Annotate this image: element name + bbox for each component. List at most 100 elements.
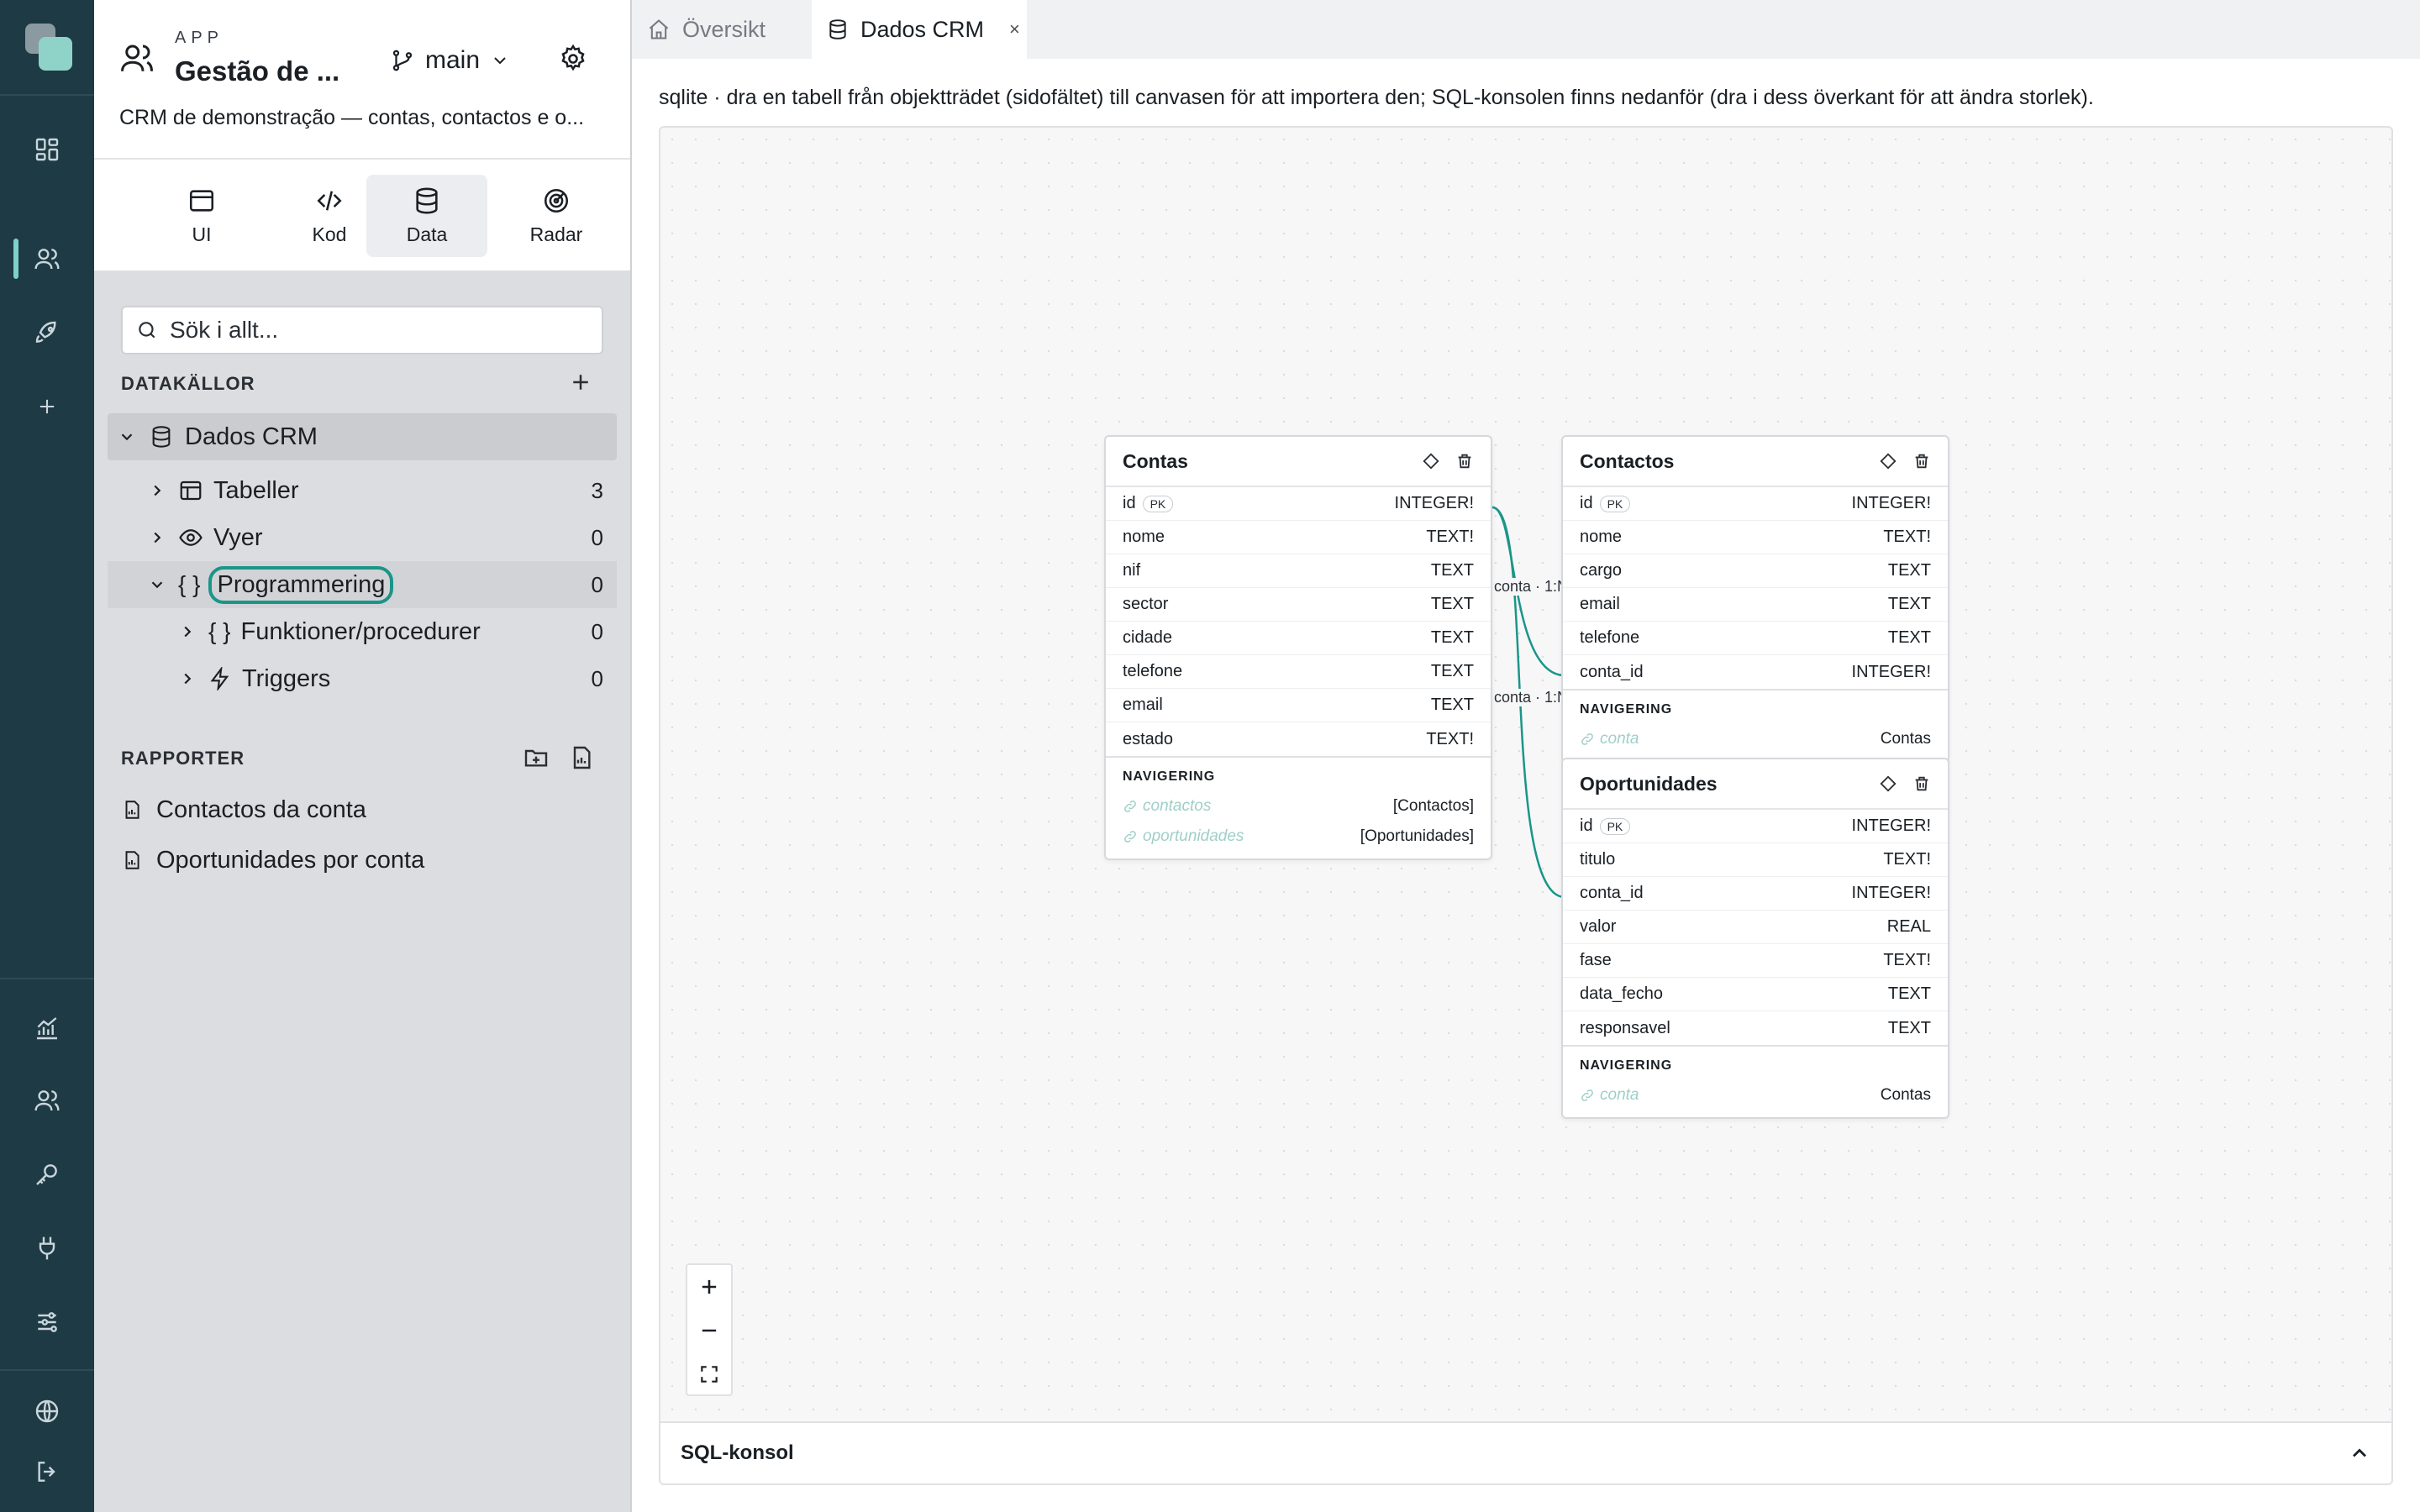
column-row[interactable]: estado TEXT!: [1106, 722, 1491, 756]
new-folder-icon[interactable]: [523, 744, 550, 771]
column-row[interactable]: conta_id INTEGER!: [1563, 655, 1948, 689]
chevron-down-icon: [490, 50, 510, 71]
column-name: nif: [1123, 561, 1141, 580]
sql-console-bar[interactable]: SQL-konsol: [660, 1421, 2391, 1483]
column-row[interactable]: valor REAL: [1563, 911, 1948, 944]
column-row[interactable]: email TEXT: [1563, 588, 1948, 622]
eye-icon: [178, 525, 203, 550]
column-name: id: [1123, 494, 1136, 512]
sliders-icon[interactable]: [0, 1292, 94, 1352]
table-header[interactable]: Contas: [1106, 437, 1491, 487]
dashboard-icon[interactable]: [0, 119, 94, 180]
mode-tab-data[interactable]: Data: [366, 175, 487, 257]
table-card-oportunidades[interactable]: Oportunidades id PK INTEGER! titulo TEXT! c…: [1561, 758, 1949, 1119]
column-row[interactable]: responsavel TEXT: [1563, 1011, 1948, 1045]
report-item[interactable]: Contactos da conta: [121, 788, 366, 832]
locate-icon[interactable]: [1422, 452, 1440, 470]
column-name: data_fecho: [1580, 984, 1663, 1003]
pk-badge: PK: [1599, 495, 1631, 512]
column-row[interactable]: id PK INTEGER!: [1563, 487, 1948, 521]
tree-item-label: Triggers: [242, 664, 331, 692]
apps-users-icon[interactable]: [0, 228, 94, 289]
tab-oversikt[interactable]: Översikt: [632, 0, 807, 59]
report-file-icon: [121, 849, 143, 871]
column-type: INTEGER!: [1851, 884, 1931, 902]
add-datasource-icon[interactable]: [568, 370, 593, 395]
column-row[interactable]: telefone TEXT: [1563, 622, 1948, 655]
column-row[interactable]: titulo TEXT!: [1563, 843, 1948, 877]
zoom-in-icon[interactable]: [687, 1265, 731, 1309]
branch-selector[interactable]: main: [390, 44, 510, 77]
diagram-canvas[interactable]: conta · 1:N conta · 1:N Contas id PK INTEG…: [659, 126, 2393, 1485]
mode-tab-label: Radar: [529, 223, 583, 245]
tab-dados-crm[interactable]: Dados CRM ×: [812, 0, 1027, 59]
git-branch-icon: [390, 48, 415, 73]
tree-item-dados-crm[interactable]: Dados CRM: [108, 413, 617, 460]
column-row[interactable]: cargo TEXT: [1563, 554, 1948, 588]
logout-icon[interactable]: [0, 1441, 94, 1502]
tree-item-triggers[interactable]: Triggers 0: [108, 655, 617, 702]
mode-tab-radar[interactable]: Radar: [496, 175, 617, 257]
search-input[interactable]: Sök i allt...: [121, 306, 603, 354]
column-name: conta_id: [1580, 884, 1644, 902]
link-icon: [1123, 799, 1138, 814]
globe-icon[interactable]: [0, 1381, 94, 1441]
fit-view-icon[interactable]: [687, 1352, 731, 1396]
database-icon: [150, 425, 173, 449]
column-row[interactable]: cidade TEXT: [1106, 622, 1491, 655]
key-icon[interactable]: [0, 1144, 94, 1205]
table-card-contas[interactable]: Contas id PK INTEGER! nome TEXT! nif TEXT se…: [1104, 435, 1492, 860]
trash-icon[interactable]: [1912, 452, 1931, 470]
chevron-up-icon[interactable]: [2348, 1441, 2371, 1465]
mode-tab-ui[interactable]: UI: [141, 175, 262, 257]
navigation-row[interactable]: contactos [Contactos]: [1123, 791, 1474, 822]
tree-item-programmering[interactable]: { } Programmering 0: [108, 561, 617, 608]
column-row[interactable]: email TEXT: [1106, 689, 1491, 722]
column-row[interactable]: nif TEXT: [1106, 554, 1491, 588]
report-item[interactable]: Oportunidades por conta: [121, 838, 424, 882]
locate-icon[interactable]: [1879, 774, 1897, 793]
navigation-section: NAVIGERING conta Contas: [1563, 1045, 1948, 1117]
locate-icon[interactable]: [1879, 452, 1897, 470]
column-name: email: [1580, 595, 1620, 613]
analytics-icon[interactable]: [0, 998, 94, 1058]
tree-item-funktioner[interactable]: { } Funktioner/procedurer 0: [108, 608, 617, 655]
column-row[interactable]: id PK INTEGER!: [1106, 487, 1491, 521]
app-logo[interactable]: [25, 24, 72, 71]
table-header[interactable]: Contactos: [1563, 437, 1948, 487]
gear-icon[interactable]: [558, 44, 588, 74]
add-icon[interactable]: [0, 376, 94, 437]
close-icon[interactable]: ×: [1009, 18, 1020, 40]
column-row[interactable]: nome TEXT!: [1106, 521, 1491, 554]
column-row[interactable]: nome TEXT!: [1563, 521, 1948, 554]
reports-title: RAPPORTER: [121, 748, 245, 769]
column-row[interactable]: id PK INTEGER!: [1563, 810, 1948, 843]
column-row[interactable]: telefone TEXT: [1106, 655, 1491, 689]
database-icon: [413, 186, 441, 215]
zoom-out-icon[interactable]: [687, 1309, 731, 1352]
navigation-target: Contas: [1880, 1086, 1931, 1104]
pk-badge: PK: [1599, 817, 1631, 835]
column-type: TEXT: [1887, 561, 1931, 580]
navigation-row[interactable]: conta Contas: [1580, 1080, 1931, 1110]
trash-icon[interactable]: [1455, 452, 1474, 470]
braces-icon: { }: [208, 618, 231, 644]
plug-icon[interactable]: [0, 1218, 94, 1278]
table-header[interactable]: Oportunidades: [1563, 759, 1948, 810]
table-card-contactos[interactable]: Contactos id PK INTEGER! nome TEXT! cargo TE…: [1561, 435, 1949, 763]
trash-icon[interactable]: [1912, 774, 1931, 793]
tree-item-tabeller[interactable]: Tabeller 3: [108, 467, 617, 514]
navigation-row[interactable]: conta Contas: [1580, 724, 1931, 754]
column-row[interactable]: data_fecho TEXT: [1563, 978, 1948, 1011]
tree-item-vyer[interactable]: Vyer 0: [108, 514, 617, 561]
column-name: id: [1580, 816, 1593, 835]
navigation-row[interactable]: oportunidades [Oportunidades]: [1123, 822, 1474, 852]
users-icon[interactable]: [0, 1070, 94, 1131]
column-row[interactable]: sector TEXT: [1106, 588, 1491, 622]
column-name: cargo: [1580, 561, 1623, 580]
rocket-icon[interactable]: [0, 302, 94, 363]
column-row[interactable]: fase TEXT!: [1563, 944, 1948, 978]
column-row[interactable]: conta_id INTEGER!: [1563, 877, 1948, 911]
chevron-down-icon: [145, 575, 170, 594]
new-report-icon[interactable]: [568, 744, 595, 771]
